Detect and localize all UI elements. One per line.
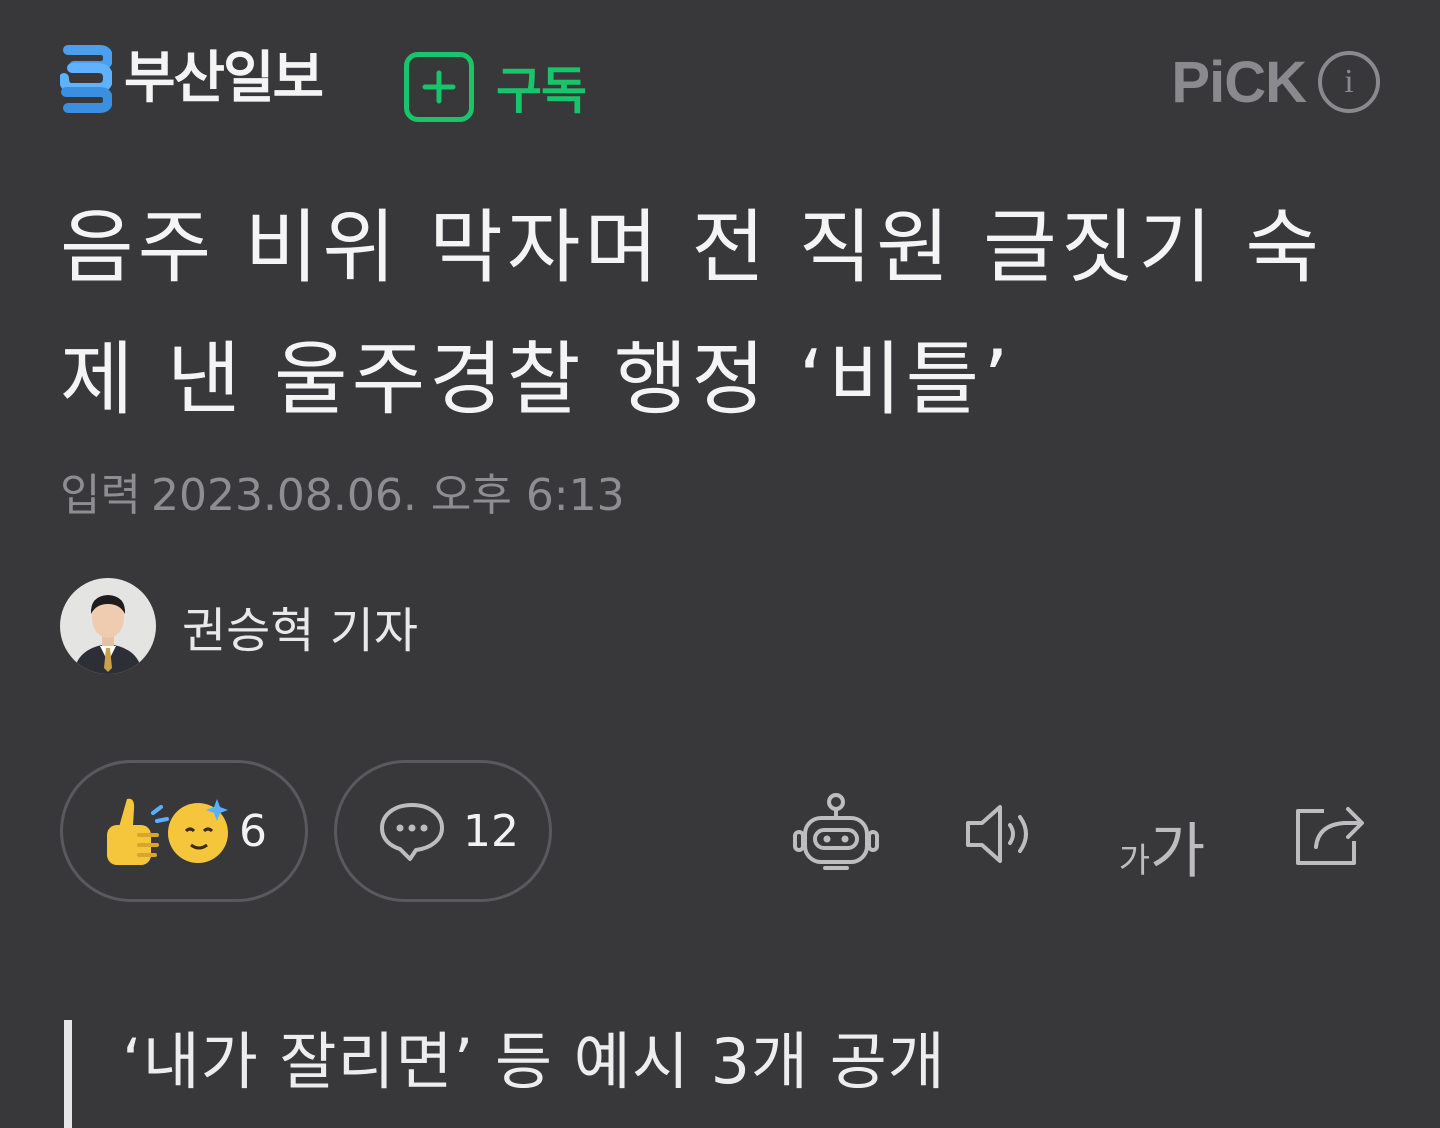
reaction-emoji-icons [107,798,228,865]
speaker-icon [966,805,1028,863]
reaction-count: 6 [239,805,267,857]
reporter-name: 권승혁 기자 [182,603,419,659]
text-to-speech-button[interactable] [952,786,1048,882]
pick-label: PiCK [1171,49,1307,115]
share-icon [1296,807,1364,865]
comment-count: 12 [463,805,519,857]
font-size-icon-large: 가 [1150,817,1206,887]
summary-bot-button[interactable] [788,786,884,882]
share-button[interactable] [1282,786,1378,882]
comment-button[interactable]: 12 [334,760,552,902]
article-dateline: 입력 2023.08.06. 오후 6:13 [60,466,625,526]
press-logo[interactable]: 부산일보 [60,44,324,114]
subscribe-button[interactable]: 구독 [404,50,587,124]
pick-badge: PiCK i [1171,49,1380,115]
font-size-icon-small: 가 [1118,841,1151,881]
robot-summary-icon [793,793,879,870]
info-icon[interactable]: i [1318,51,1380,113]
font-size-button[interactable]: 가가 [1114,786,1210,882]
reporter-profile[interactable]: 권승혁 기자 [60,578,418,674]
quote-bar [64,1020,72,1128]
press-name: 부산일보 [124,46,324,111]
date-value: 2023.08.06. 오후 6:13 [150,470,625,521]
article-header: 부산일보 구독 PiCK i [0,0,1440,160]
plus-icon [404,52,474,122]
reporter-avatar [60,578,156,674]
subheadline-text: ‘내가 잘리면’ 등 예시 3개 공개 [122,1025,946,1098]
article-subheadline: ‘내가 잘리면’ 등 예시 3개 공개 [64,1020,946,1128]
article-headline: 음주 비위 막자며 전 직원 글짓기 숙제 낸 울주경찰 행정 ‘비틀’ [60,201,1323,426]
reaction-button[interactable]: 6 [60,760,308,902]
subscribe-label: 구독 [496,62,587,120]
date-label: 입력 [60,470,141,521]
busan-ilbo-logo-icon [60,45,112,113]
article-action-bar: 6 12 가가 [60,760,1380,906]
comment-bubble-icon [380,803,444,861]
